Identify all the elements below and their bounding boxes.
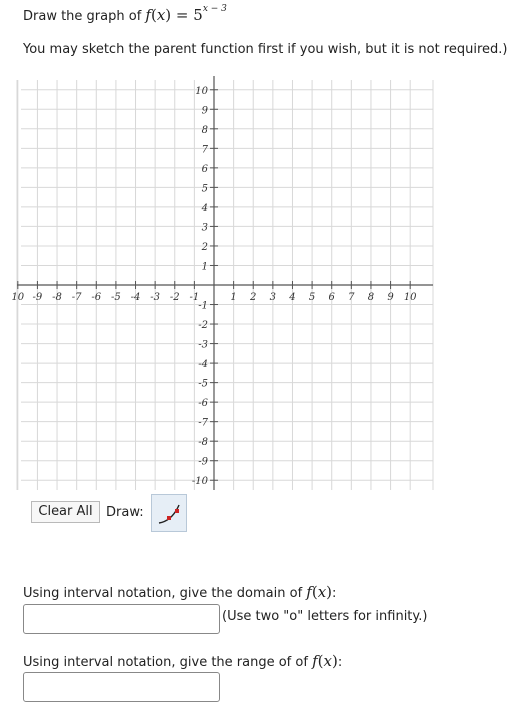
domain-input[interactable] (23, 604, 220, 634)
y-tick-label: 6 (202, 164, 209, 175)
y-tick-label: 5 (202, 183, 208, 194)
range-function: f(x) (312, 652, 338, 670)
y-tick-label: -1 (198, 301, 208, 312)
y-tick-label: -5 (198, 379, 208, 390)
y-tick-label: 10 (195, 86, 208, 97)
x-tick-label: -7 (72, 292, 82, 303)
y-tick-label: 7 (202, 144, 209, 155)
x-tick-label: 8 (368, 292, 374, 303)
domain-function: f(x) (306, 583, 333, 601)
x-tick-label: 9 (387, 292, 394, 303)
x-tick-label: 5 (309, 292, 315, 303)
x-tick-label: -2 (170, 292, 180, 303)
x-tick-label: 10 (11, 292, 24, 303)
y-tick-label: 8 (202, 125, 208, 136)
x-tick-label: 2 (249, 292, 256, 303)
y-tick-label: 1 (202, 261, 208, 272)
y-tick-label: -7 (198, 418, 208, 429)
x-tick-label: 3 (270, 292, 276, 303)
range-question: Using interval notation, give the range … (23, 652, 342, 670)
x-tick-label: -5 (111, 292, 121, 303)
range-question-suffix: : (337, 655, 343, 670)
y-tick-label: 4 (201, 203, 208, 214)
exponential-curve-icon (158, 504, 180, 524)
y-tick-label: -9 (198, 457, 208, 468)
x-tick-label: 6 (329, 292, 336, 303)
range-question-text: Using interval notation, give the range … (23, 655, 313, 670)
x-tick-label: -3 (150, 292, 160, 303)
range-function-var: x (323, 652, 332, 670)
y-tick-label: -4 (198, 359, 208, 370)
function-exponent: x − 3 (202, 4, 227, 14)
draw-exponential-tool-button[interactable] (151, 494, 187, 532)
y-tick-label: -3 (198, 340, 208, 351)
prompt-text: Draw the graph of (23, 9, 146, 24)
domain-question-suffix: : (332, 586, 337, 601)
hint-text: You may sketch the parent function first… (23, 42, 508, 57)
domain-question-text: Using interval notation, give the domain… (23, 586, 307, 601)
y-tick-label: -6 (198, 398, 208, 409)
domain-function-var: x (317, 583, 327, 601)
graph-canvas[interactable]: 10 -9 -8 -7 -6 -5 -4 -3 -2 -1 1 2 3 4 5 6 7 8 9 10 10 9 8 7 6 5 4 3… (0, 72, 522, 492)
y-tick-label: -2 (198, 320, 208, 331)
function-expression: f(x) = 5x − 3 (145, 4, 227, 24)
x-tick-label: -9 (33, 292, 43, 303)
y-tick-label: 9 (202, 105, 209, 116)
question-prompt: Draw the graph of f(x) = 5x − 3 (23, 4, 227, 24)
domain-question: Using interval notation, give the domain… (23, 583, 336, 601)
y-tick-label: -8 (198, 437, 208, 448)
range-input[interactable] (23, 672, 220, 702)
x-tick-label: 1 (230, 292, 236, 303)
x-tick-label: -4 (131, 292, 141, 303)
y-tick-label: 2 (201, 242, 208, 253)
y-tick-label: -10 (192, 476, 209, 487)
x-tick-label: 10 (404, 292, 417, 303)
x-tick-label: 4 (288, 292, 295, 303)
function-base: 5 (193, 6, 203, 24)
draw-label: Draw: (106, 505, 144, 520)
clear-all-button[interactable]: Clear All (31, 501, 100, 523)
x-tick-label: 7 (348, 292, 355, 303)
x-tick-label: -6 (91, 292, 101, 303)
x-tick-label: -8 (52, 292, 62, 303)
y-tick-label: 3 (202, 222, 208, 233)
infinity-note: (Use two "o" letters for infinity.) (222, 609, 428, 624)
